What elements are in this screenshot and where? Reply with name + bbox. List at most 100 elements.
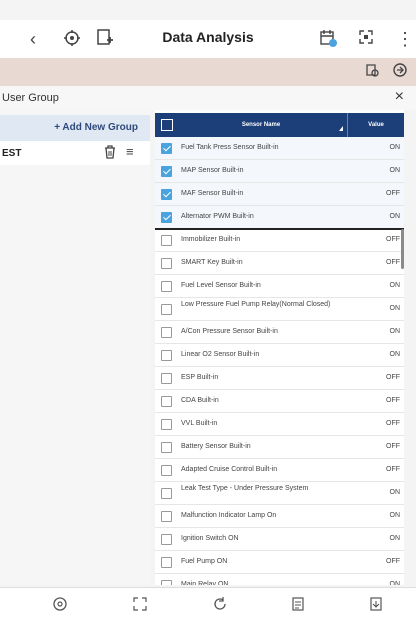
table-row[interactable]: Leak Test Type - Under Pressure System ON [155,482,404,505]
table-row[interactable]: Main Relay ON ON [155,574,404,585]
sensor-value: ON [389,581,401,585]
table-row[interactable]: Linear O2 Sensor Built-in ON [155,344,404,367]
table-row[interactable]: CDA Built-in OFF [155,390,404,413]
table-row[interactable]: Fuel Tank Press Sensor Built-in ON [155,137,404,160]
row-checkbox[interactable] [161,373,172,384]
fullscreen-icon[interactable] [358,28,374,50]
sensor-value: OFF [386,420,400,427]
sensor-value: OFF [386,259,400,266]
row-checkbox[interactable] [161,465,172,476]
sensor-name: Linear O2 Sensor Built-in [181,351,260,358]
row-checkbox[interactable] [161,350,172,361]
row-checkbox[interactable] [161,327,172,338]
sensor-name: VVL Built-in [181,420,218,427]
add-new-group-button[interactable]: + Add New Group [0,115,150,141]
sensor-name: Adapted Cruise Control Built-in [181,466,278,473]
group-name: EST [2,148,22,159]
close-icon[interactable]: × [395,88,404,106]
row-checkbox[interactable] [161,235,172,246]
table-row[interactable]: Adapted Cruise Control Built-in OFF [155,459,404,482]
sensor-name: Main Relay ON [181,581,229,585]
sensor-value: ON [389,144,401,151]
capture-icon[interactable] [132,596,148,615]
sensor-name: Leak Test Type - Under Pressure System [181,485,309,492]
user-group-header: User Group × [0,86,416,110]
record-button-icon[interactable] [52,596,68,615]
table-row[interactable]: Malfunction Indicator Lamp On ON [155,505,404,528]
sensor-value: OFF [386,558,400,565]
row-checkbox[interactable] [161,534,172,545]
table-row[interactable]: ESP Built-in OFF [155,367,404,390]
value-column-header: Value [368,122,384,128]
row-checkbox[interactable] [161,488,172,499]
table-row[interactable]: Low Pressure Fuel Pump Relay(Normal Clos… [155,298,404,321]
page-title: Data Analysis [162,29,254,45]
table-row[interactable]: Alternator PWM Built-in ON [155,206,404,229]
sensor-name-column-header[interactable]: Sensor Name [181,122,341,128]
row-checkbox[interactable] [161,396,172,407]
row-checkbox[interactable] [161,166,172,177]
row-checkbox[interactable] [161,557,172,568]
calendar-sync-icon[interactable] [318,28,338,53]
top-bar: ‹ Data Analysis ⋮ [0,20,416,58]
sensor-name: CDA Built-in [181,397,219,404]
group-item[interactable]: EST ≡ [0,141,150,165]
table-row[interactable]: MAP Sensor Built-in ON [155,160,404,183]
table-row[interactable]: SMART Key Built-in OFF [155,252,404,275]
drag-handle-icon[interactable]: ≡ [126,144,134,159]
sensor-value: ON [389,535,401,542]
row-checkbox[interactable] [161,212,172,223]
sensor-value: OFF [386,236,400,243]
row-checkbox[interactable] [161,189,172,200]
report-icon[interactable] [290,596,306,615]
table-row[interactable]: Battery Sensor Built-in OFF [155,436,404,459]
row-checkbox[interactable] [161,304,172,315]
record-icon[interactable] [392,62,408,81]
trash-icon[interactable] [104,145,116,162]
table-row[interactable]: A/Con Pressure Sensor Built-in ON [155,321,404,344]
sensor-table: Sensor Name Value Fuel Tank Press Sensor… [155,110,404,585]
row-checkbox[interactable] [161,143,172,154]
sensor-name: Alternator PWM Built-in [181,213,254,220]
refresh-icon[interactable] [212,596,228,615]
table-row[interactable]: Immobilizer Built-in OFF [155,229,404,252]
export-icon[interactable] [368,596,384,615]
scrollbar-thumb[interactable] [401,229,404,269]
sensor-name: Fuel Pump ON [181,558,228,565]
row-checkbox[interactable] [161,281,172,292]
row-checkbox[interactable] [161,580,172,585]
sensor-name: A/Con Pressure Sensor Built-in [181,328,278,335]
sensor-value: OFF [386,397,400,404]
table-row[interactable]: Fuel Level Sensor Built-in ON [155,275,404,298]
sensor-name: Fuel Tank Press Sensor Built-in [181,144,279,151]
sensor-value: OFF [386,466,400,473]
table-row[interactable]: Ignition Switch ON ON [155,528,404,551]
sensor-value: OFF [386,443,400,450]
sensor-name: MAF Sensor Built-in [181,190,244,197]
sensor-name: Low Pressure Fuel Pump Relay(Normal Clos… [181,301,331,308]
sensor-value: ON [389,305,401,312]
sensor-value: ON [389,512,401,519]
row-checkbox[interactable] [161,442,172,453]
table-row[interactable]: MAF Sensor Built-in OFF [155,183,404,206]
sensor-name: Battery Sensor Built-in [181,443,251,450]
table-header: Sensor Name Value [155,113,404,137]
user-group-title: User Group [2,92,59,104]
row-checkbox[interactable] [161,511,172,522]
sensor-name: SMART Key Built-in [181,259,243,266]
table-row[interactable]: Fuel Pump ON OFF [155,551,404,574]
sensor-name: Malfunction Indicator Lamp On [181,512,277,519]
row-checkbox[interactable] [161,258,172,269]
sensor-value: OFF [386,374,400,381]
sensor-value: ON [389,351,401,358]
sensor-name: Immobilizer Built-in [181,236,241,243]
row-checkbox[interactable] [161,419,172,430]
more-options-icon[interactable]: ⋮ [396,28,414,50]
sensor-name: Ignition Switch ON [181,535,239,542]
selected-divider [155,228,404,230]
group-list-panel: + Add New Group EST ≡ [0,110,150,585]
gauge-settings-icon[interactable] [364,62,380,81]
sensor-value: ON [389,213,401,220]
select-all-checkbox[interactable] [161,119,173,131]
table-row[interactable]: VVL Built-in OFF [155,413,404,436]
